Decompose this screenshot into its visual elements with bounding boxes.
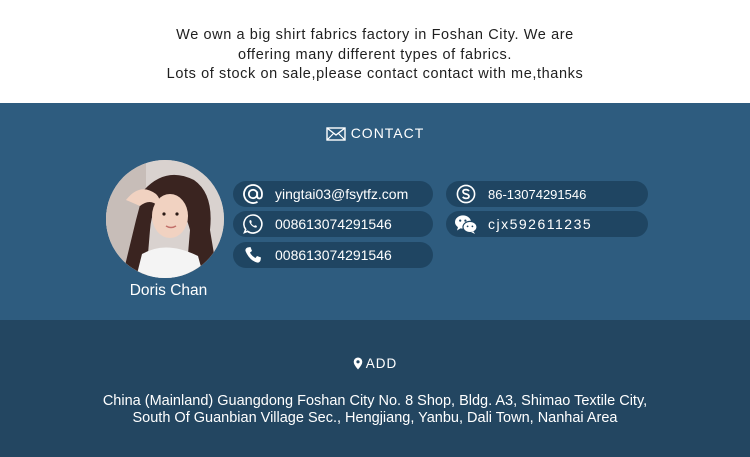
envelope-icon bbox=[325, 127, 346, 141]
phone-icon bbox=[240, 242, 266, 268]
avatar bbox=[106, 160, 224, 278]
skype-icon bbox=[453, 181, 479, 207]
skype-pill[interactable]: 86-13074291546 bbox=[446, 181, 648, 207]
address-line-2: South Of Guanbian Village Sec., Hengjian… bbox=[132, 410, 618, 426]
map-pin-icon bbox=[353, 357, 363, 370]
skype-value[interactable]: 86-13074291546 bbox=[488, 187, 586, 202]
phone-value[interactable]: 008613074291546 bbox=[275, 247, 392, 263]
whatsapp-pill[interactable]: 008613074291546 bbox=[233, 211, 433, 237]
wechat-value[interactable]: cjx592611235 bbox=[488, 216, 592, 232]
address-text: China (Mainland) Guangdong Foshan City N… bbox=[0, 393, 750, 427]
contact-section: CONTACT Doris Chan yingtai03@fsytfz.com bbox=[0, 103, 750, 320]
intro-section: We own a big shirt fabrics factory in Fo… bbox=[0, 0, 750, 103]
wechat-icon bbox=[453, 211, 479, 237]
address-heading: ADD bbox=[0, 356, 750, 371]
intro-line-2: offering many different types of fabrics… bbox=[238, 46, 512, 63]
contact-heading-label: CONTACT bbox=[350, 125, 425, 141]
intro-text: We own a big shirt fabrics factory in Fo… bbox=[0, 26, 750, 85]
email-at-icon bbox=[240, 181, 266, 207]
person-name: Doris Chan bbox=[129, 282, 208, 299]
address-section: ADD China (Mainland) Guangdong Foshan Ci… bbox=[0, 320, 750, 457]
whatsapp-icon bbox=[240, 211, 266, 237]
intro-line-1: We own a big shirt fabrics factory in Fo… bbox=[176, 27, 574, 43]
avatar-photo bbox=[106, 160, 224, 278]
intro-line-3: Lots of stock on sale,please contact con… bbox=[166, 66, 584, 82]
phone-pill[interactable]: 008613074291546 bbox=[233, 242, 433, 268]
whatsapp-value[interactable]: 008613074291546 bbox=[275, 216, 392, 232]
contact-heading: CONTACT bbox=[0, 125, 750, 141]
address-line-1: China (Mainland) Guangdong Foshan City N… bbox=[102, 393, 648, 409]
email-value[interactable]: yingtai03@fsytfz.com bbox=[275, 186, 408, 202]
wechat-pill[interactable]: cjx592611235 bbox=[446, 211, 648, 237]
address-heading-label: ADD bbox=[365, 356, 398, 371]
email-pill[interactable]: yingtai03@fsytfz.com bbox=[233, 181, 433, 207]
